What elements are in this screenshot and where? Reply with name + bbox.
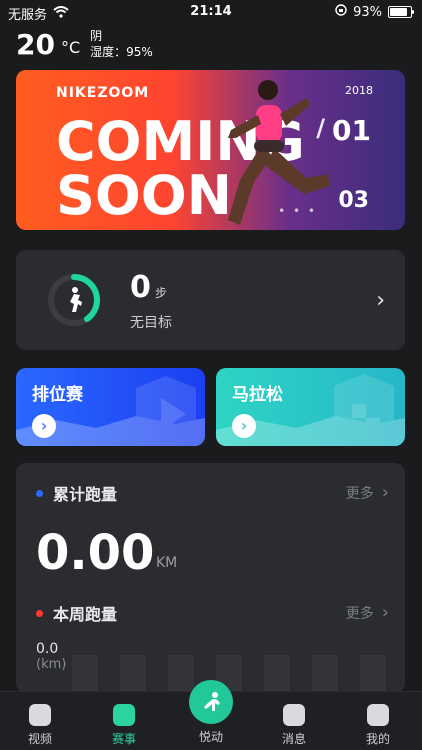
temperature: 20 (16, 28, 55, 61)
tab-label: 悦动 (198, 730, 223, 744)
weekly-row: 本周跑量 更多 › (36, 601, 389, 625)
cumulative-text: 累计跑量 (53, 485, 118, 504)
steps-count: 0 (130, 270, 151, 305)
banner-slash: / (316, 114, 325, 142)
weekly-bar (312, 655, 338, 693)
cumulative-row: 累计跑量 更多 › (36, 481, 389, 505)
more-text: 更多 (345, 606, 374, 622)
events-icon (113, 704, 135, 726)
rank-card-art (16, 376, 205, 446)
weekly-bar (264, 655, 290, 693)
weather-details: 阴 湿度：95% (90, 28, 153, 60)
distance-unit: KM (156, 555, 178, 571)
orientation-lock-icon (335, 4, 347, 20)
bottom-tab-bar: 视频 赛事 悦动 消息 我的 (0, 680, 422, 750)
banner-year: 2018 (345, 84, 373, 97)
tab-profile[interactable]: 我的 (338, 704, 418, 747)
tab-label: 消息 (281, 732, 306, 746)
weather-condition: 阴 (90, 29, 103, 43)
status-bar: 无服务 21:14 93% (0, 0, 422, 23)
banner-dots: • • • (278, 204, 317, 218)
weekly-text: 本周跑量 (53, 605, 118, 624)
humidity: 湿度：95% (90, 45, 153, 59)
profile-icon (367, 704, 389, 726)
tab-label: 赛事 (111, 732, 136, 746)
weekly-bar (72, 655, 98, 693)
banner-index: 01 (332, 114, 371, 147)
weather-widget: 20 °C 阴 湿度：95% (16, 28, 153, 64)
cumulative-label: 累计跑量 (36, 481, 117, 505)
battery-percent: 93% (353, 4, 382, 20)
steps-card[interactable]: 0 步 无目标 › (16, 250, 405, 350)
weekly-y-unit: (km) (36, 657, 67, 672)
cumulative-more-link[interactable]: 更多 › (346, 483, 389, 503)
run-icon (189, 680, 233, 724)
video-icon (29, 704, 51, 726)
messages-icon (283, 704, 305, 726)
status-right: 93% (335, 4, 414, 20)
battery-icon (388, 6, 414, 18)
chevron-right-icon: › (381, 482, 389, 503)
tab-label: 视频 (27, 732, 52, 746)
marathon-card[interactable]: 马拉松 › (216, 368, 405, 446)
temperature-unit: °C (60, 38, 81, 57)
more-text: 更多 (345, 486, 374, 502)
weekly-bar (120, 655, 146, 693)
runner-icon (70, 287, 82, 312)
tab-workout[interactable]: 悦动 (171, 680, 251, 745)
promo-banner[interactable]: NIKEZOOM COMING SOON 2018 / 01 • • • 03 (16, 70, 405, 230)
banner-brand: NIKEZOOM (56, 85, 150, 101)
steps-goal: 无目标 (130, 315, 172, 331)
tab-video[interactable]: 视频 (0, 704, 80, 747)
running-stats-panel: 累计跑量 更多 › 0.00 KM 本周跑量 更多 › 0.0 (km) (16, 463, 405, 693)
ranked-race-card[interactable]: 排位赛 › (16, 368, 205, 446)
red-dot-icon (36, 609, 43, 617)
marathon-card-art (216, 374, 405, 446)
blue-dot-icon (36, 489, 43, 497)
tab-label: 我的 (365, 732, 390, 746)
chevron-right-icon[interactable]: › (376, 288, 385, 313)
banner-total: 03 (338, 188, 369, 213)
weekly-y-max: 0.0 (36, 641, 59, 657)
tab-events[interactable]: 赛事 (84, 704, 164, 747)
steps-unit: 步 (155, 286, 168, 300)
total-distance: 0.00 (36, 525, 155, 581)
tab-messages[interactable]: 消息 (254, 704, 334, 747)
weekly-bar (360, 655, 386, 693)
weekly-label: 本周跑量 (36, 601, 117, 625)
weekly-more-link[interactable]: 更多 › (346, 603, 389, 623)
chevron-right-icon: › (381, 602, 389, 623)
steps-progress-ring (46, 272, 102, 328)
